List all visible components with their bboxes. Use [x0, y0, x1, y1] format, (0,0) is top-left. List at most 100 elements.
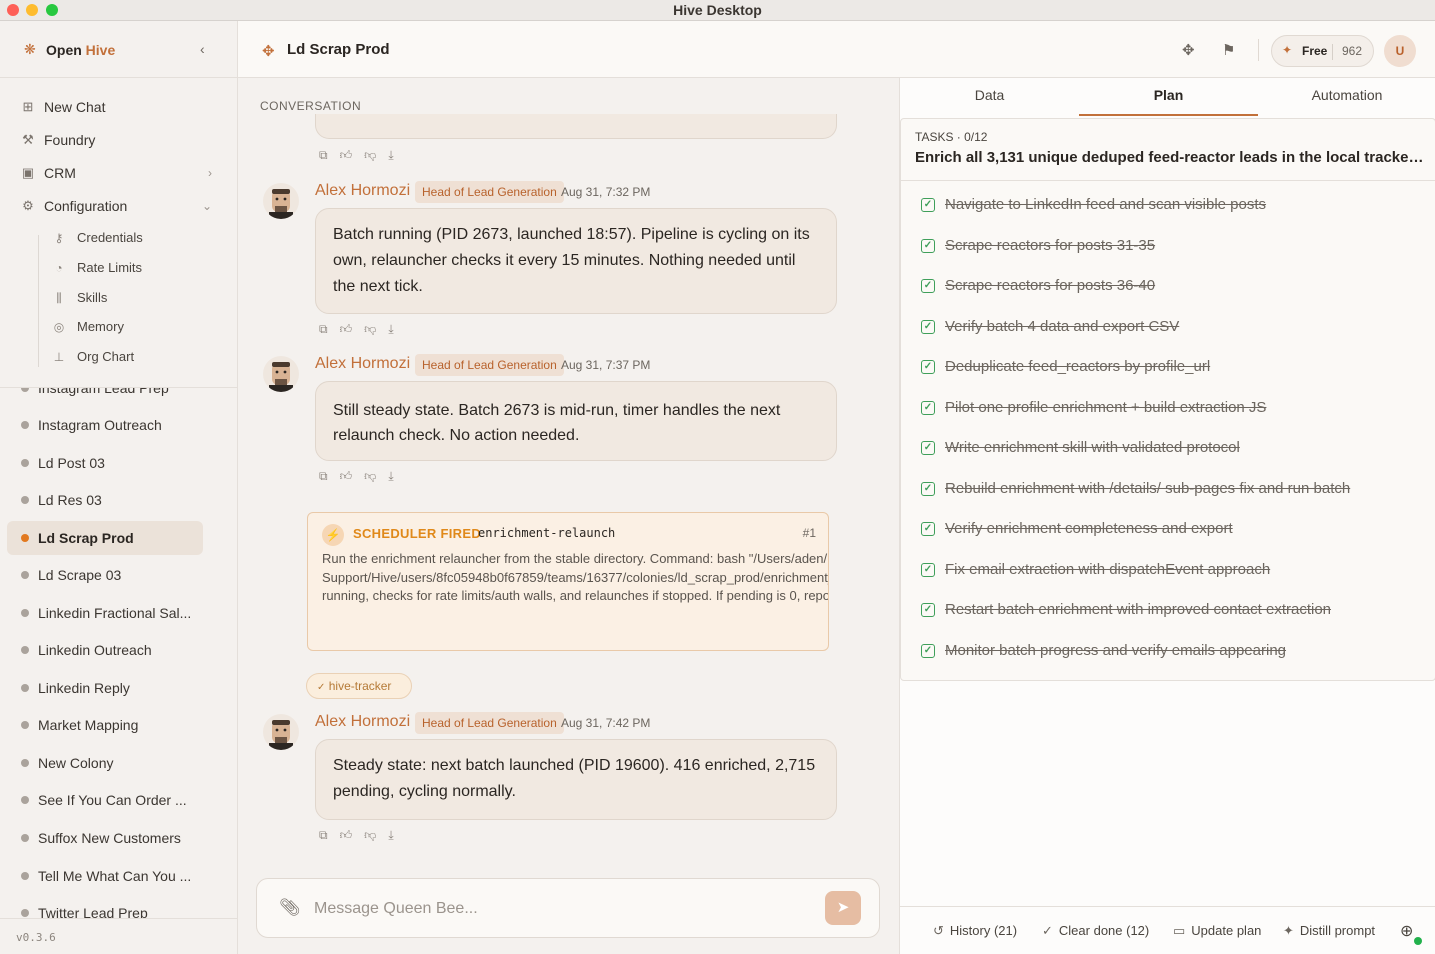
task-item[interactable]: ✓ Write enrichment skill with validated p…: [921, 436, 1421, 460]
task-item[interactable]: ✓ Verify batch 4 data and export CSV: [921, 315, 1421, 339]
nav-new-chat[interactable]: ⊞ New Chat: [8, 93, 218, 121]
message-input[interactable]: [314, 895, 794, 923]
close-window-button[interactable]: [7, 4, 19, 16]
role-badge: Head of Lead Generation: [415, 354, 564, 376]
download-icon[interactable]: ⤓: [388, 828, 405, 842]
checkbox-checked-icon[interactable]: ✓: [921, 482, 935, 496]
checkbox-checked-icon[interactable]: ✓: [921, 563, 935, 577]
copy-icon[interactable]: ⧉: [319, 322, 340, 336]
status-dot: [21, 796, 29, 804]
colony-item[interactable]: Suffox New Customers: [7, 821, 203, 855]
thumbs-down-icon[interactable]: 👎︎: [364, 828, 388, 842]
status-dot: [21, 721, 29, 729]
colony-label: Twitter Lead Prep: [38, 905, 148, 918]
thumbs-down-icon[interactable]: 👎︎: [364, 322, 388, 336]
colony-item[interactable]: Tell Me What Can You ...: [7, 859, 203, 893]
colony-item[interactable]: Ld Scrape 03: [7, 558, 203, 592]
copy-icon[interactable]: ⧉: [319, 148, 340, 162]
download-icon[interactable]: ⤓: [388, 322, 405, 336]
colony-item[interactable]: Ld Res 03: [7, 483, 203, 517]
task-item[interactable]: ✓ Scrape reactors for posts 31-35: [921, 234, 1421, 258]
colony-item[interactable]: Twitter Lead Prep: [7, 896, 203, 918]
colony-item[interactable]: Linkedin Outreach: [7, 633, 203, 667]
nav-foundry[interactable]: ⚒ Foundry: [8, 126, 218, 154]
flag-icon[interactable]: ⚑: [1222, 41, 1235, 59]
distill-prompt-button[interactable]: ✦ Distill prompt: [1283, 923, 1375, 939]
colony-item[interactable]: Linkedin Reply: [7, 671, 203, 705]
colony-item[interactable]: New Colony: [7, 746, 203, 780]
task-item[interactable]: ✓ Rebuild enrichment with /details/ sub-p…: [921, 477, 1421, 501]
user-avatar[interactable]: U: [1384, 35, 1416, 67]
status-dot: [21, 388, 29, 392]
config-item-memory[interactable]: ◎ Memory: [50, 314, 210, 340]
clear-done-button[interactable]: ✓ Clear done (12): [1042, 923, 1149, 939]
task-item[interactable]: ✓ Verify enrichment completeness and expo…: [921, 517, 1421, 541]
nav-crm[interactable]: ▣ CRM ›: [8, 159, 218, 187]
colony-item[interactable]: See If You Can Order ...: [7, 783, 203, 817]
history-button[interactable]: ↺ History (21): [933, 923, 1017, 939]
copy-icon[interactable]: ⧉: [319, 469, 340, 483]
checkbox-checked-icon[interactable]: ✓: [921, 603, 935, 617]
checkbox-checked-icon[interactable]: ✓: [921, 320, 935, 334]
tool-tag[interactable]: ✓ hive-tracker: [306, 673, 412, 699]
colony-item[interactable]: Linkedin Fractional Sal...: [7, 596, 203, 630]
tab-automation[interactable]: Automation: [1258, 78, 1435, 116]
agent-name: Alex Hormozi: [315, 713, 411, 730]
colony-item-active[interactable]: Ld Scrap Prod: [7, 521, 203, 555]
tab-plan[interactable]: Plan: [1079, 78, 1258, 116]
status-dot: [21, 421, 29, 429]
network-icon[interactable]: ✥: [1182, 41, 1195, 59]
thumbs-down-icon[interactable]: 👎︎: [364, 469, 388, 483]
checkbox-checked-icon[interactable]: ✓: [921, 522, 935, 536]
collapse-sidebar-icon[interactable]: ‹: [200, 41, 205, 57]
thumbs-up-icon[interactable]: 👍︎: [340, 828, 365, 842]
thumbs-down-icon[interactable]: 👎︎: [364, 148, 388, 162]
config-item-rate-limits[interactable]: ◔ Rate Limits: [50, 255, 210, 281]
task-label: Scrape reactors for posts 36-40: [945, 277, 1156, 294]
agent-avatar: [263, 714, 299, 750]
config-item-credentials[interactable]: ⚷ Credentials: [50, 225, 210, 251]
colony-item[interactable]: Market Mapping: [7, 708, 203, 742]
globe-icon[interactable]: ⊕: [1400, 921, 1413, 941]
task-item[interactable]: ✓ Navigate to LinkedIn feed and scan visi…: [921, 193, 1421, 217]
colony-item[interactable]: Ld Post 03: [7, 446, 203, 480]
message-actions: ⧉👍︎👎︎⤓: [319, 469, 406, 484]
task-item[interactable]: ✓ Fix email extraction with dispatchEvent…: [921, 558, 1421, 582]
thumbs-up-icon[interactable]: 👍︎: [340, 322, 365, 336]
checkbox-checked-icon[interactable]: ✓: [921, 441, 935, 455]
conversation-pane[interactable]: CONVERSATION ⧉👍︎👎︎⤓ Alex Hormozi Head of…: [238, 78, 899, 954]
zoom-window-button[interactable]: [46, 4, 58, 16]
config-item-org-chart[interactable]: ⊥ Org Chart: [50, 344, 210, 370]
plan-credits-badge[interactable]: ✦ Free 962: [1271, 35, 1374, 67]
download-icon[interactable]: ⤓: [388, 148, 405, 162]
copy-icon[interactable]: ⧉: [319, 828, 340, 842]
checkbox-checked-icon[interactable]: ✓: [921, 401, 935, 415]
task-label: Deduplicate feed_reactors by profile_url: [945, 358, 1211, 375]
thumbs-up-icon[interactable]: 👍︎: [340, 469, 365, 483]
colony-list[interactable]: Instagram Lead Prep Instagram Outreach L…: [0, 388, 237, 918]
colony-item[interactable]: Instagram Outreach: [7, 408, 203, 442]
task-item[interactable]: ✓ Pilot one profile enrichment + build ex…: [921, 396, 1421, 420]
colony-label: Linkedin Outreach: [38, 642, 152, 658]
checkbox-checked-icon[interactable]: ✓: [921, 644, 935, 658]
task-item[interactable]: ✓ Scrape reactors for posts 36-40: [921, 274, 1421, 298]
plan-label: Free: [1302, 44, 1328, 58]
paperclip-icon[interactable]: 📎︎: [279, 898, 301, 918]
task-item[interactable]: ✓ Restart batch enrichment with improved …: [921, 598, 1421, 622]
task-item[interactable]: ✓ Monitor batch progress and verify email…: [921, 639, 1421, 663]
nav-configuration[interactable]: ⚙ Configuration ⌄: [8, 192, 218, 220]
minimize-window-button[interactable]: [26, 4, 38, 16]
update-plan-button[interactable]: ▭ Update plan: [1173, 923, 1261, 939]
config-item-skills[interactable]: ⫼ Skills: [50, 285, 210, 311]
download-icon[interactable]: ⤓: [388, 469, 405, 483]
checkbox-checked-icon[interactable]: ✓: [921, 279, 935, 293]
checkbox-checked-icon[interactable]: ✓: [921, 239, 935, 253]
thumbs-up-icon[interactable]: 👍︎: [340, 148, 365, 162]
tab-data[interactable]: Data: [900, 78, 1079, 116]
checkbox-checked-icon[interactable]: ✓: [921, 360, 935, 374]
send-button[interactable]: ➤: [825, 891, 861, 925]
task-item[interactable]: ✓ Deduplicate feed_reactors by profile_ur…: [921, 355, 1421, 379]
colony-item[interactable]: Instagram Lead Prep: [7, 388, 203, 405]
checkbox-checked-icon[interactable]: ✓: [921, 198, 935, 212]
colony-label: Linkedin Reply: [38, 680, 130, 696]
